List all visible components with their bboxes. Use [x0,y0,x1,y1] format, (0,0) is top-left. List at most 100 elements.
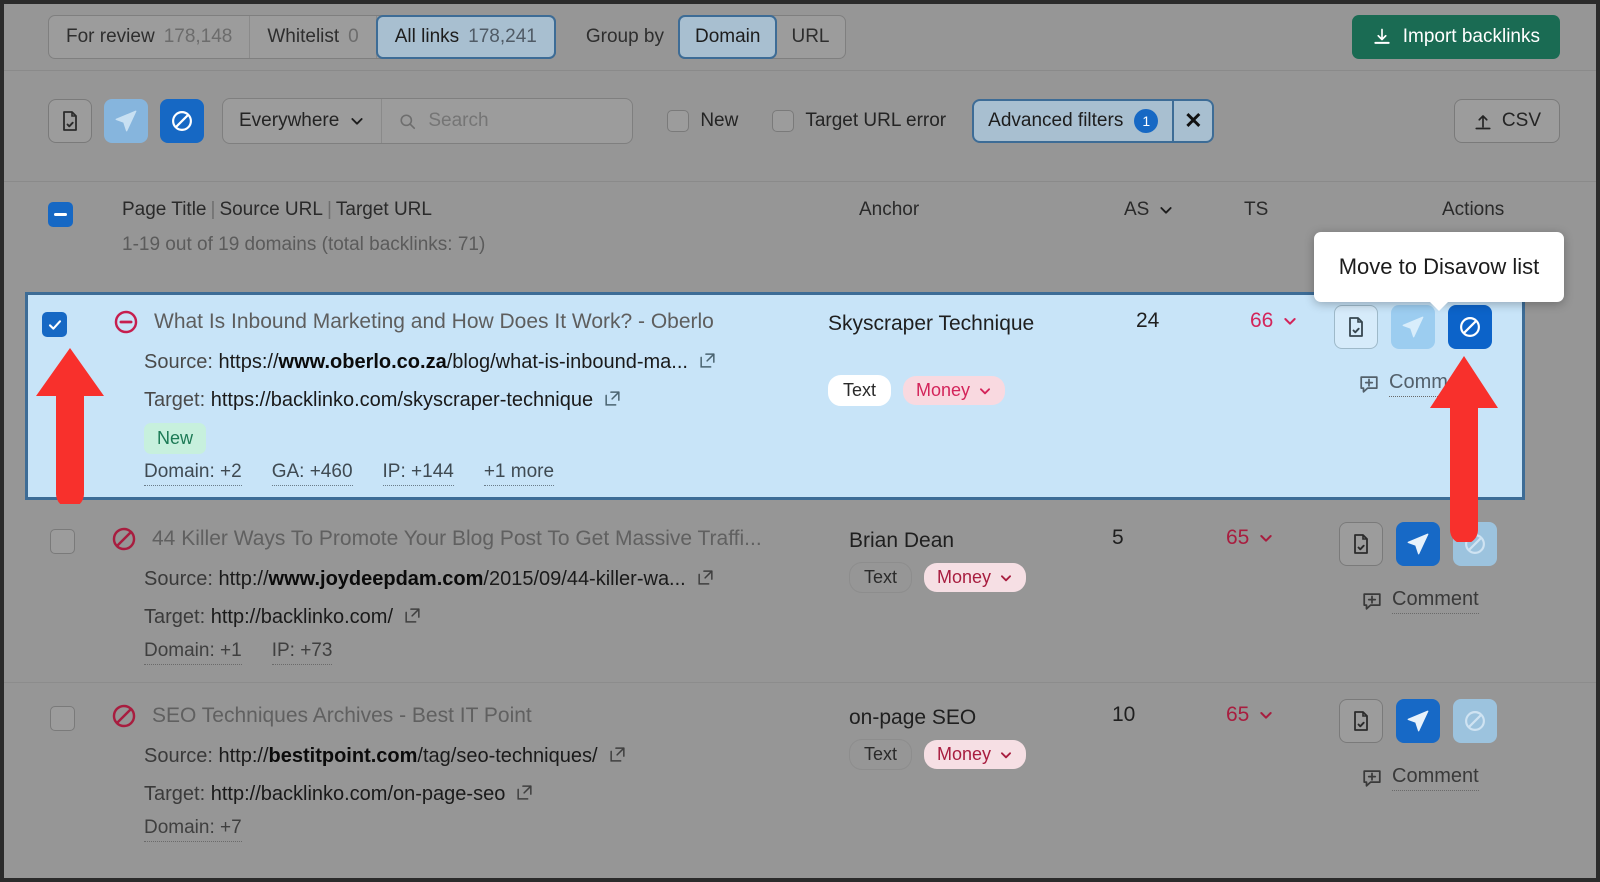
row-comment-label: Comment [1392,765,1479,791]
row-checkbox[interactable] [42,312,67,337]
table-row[interactable]: 44 Killer Ways To Promote Your Blog Post… [4,506,1596,683]
column-header-as[interactable]: AS [1124,199,1174,221]
advanced-filters-button[interactable]: Advanced filters 1 [974,101,1172,141]
chevron-down-icon [1001,751,1012,758]
source-domain: www.joydeepdam.com [268,568,484,590]
row-ts-value[interactable]: 65 [1226,526,1274,550]
indeterminate-dash-icon [54,213,67,216]
column-source-url-label: Source URL [219,199,323,220]
select-all-checkbox[interactable] [48,202,73,227]
scope-select[interactable]: Everywhere [223,99,383,143]
comment-plus-icon [1360,376,1378,393]
tag-text[interactable]: Text [849,739,913,770]
metric-ip[interactable]: IP: +144 [382,461,454,486]
row-report-check-button[interactable] [1339,699,1383,743]
bulk-disavow-button[interactable] [160,99,204,143]
row-checkbox[interactable] [50,706,75,731]
chevron-down-icon [1001,574,1012,581]
column-header-actions: Actions [1442,199,1505,220]
disavow-icon [1465,711,1485,731]
open-target-link-icon[interactable] [515,783,534,808]
row-as-value: 10 [1112,703,1136,726]
row-comment-label: Comment [1392,588,1479,614]
target-prefix: http:// [210,783,261,805]
open-target-link-icon[interactable] [403,606,422,631]
search-input[interactable]: Search [382,99,632,143]
target-path: backlinko.com/ [260,606,394,628]
chevron-down-icon [980,387,991,394]
disavow-circle-icon [112,527,136,551]
group-by-url-label: URL [791,26,830,47]
target-label: Target: [144,783,206,805]
open-source-link-icon[interactable] [696,568,715,593]
source-domain: bestitpoint.com [268,745,418,767]
source-prefix: https:// [218,351,279,373]
row-comment-button[interactable]: Comment [1361,588,1479,614]
open-target-link-icon[interactable] [603,389,622,414]
metric-domain[interactable]: Domain: +1 [144,640,242,665]
filter-checkbox-new[interactable]: New [667,110,738,132]
row-as-value: 5 [1112,526,1124,549]
source-prefix: http:// [218,568,269,590]
tab-whitelist[interactable]: Whitelist 0 [250,16,377,58]
open-source-link-icon[interactable] [608,745,627,770]
row-comment-button[interactable]: Comment [1361,765,1479,791]
row-checkbox[interactable] [50,529,75,554]
chevron-down-icon [351,118,363,125]
tag-money[interactable]: Money [924,563,1027,592]
metric-more[interactable]: +1 more [483,461,555,486]
import-backlinks-button[interactable]: Import backlinks [1351,15,1560,59]
advanced-filters-clear-button[interactable]: ✕ [1172,101,1212,141]
checkbox-arrow [36,348,104,504]
metric-domain[interactable]: Domain: +7 [144,817,242,842]
metric-ga[interactable]: GA: +460 [271,461,353,486]
group-by-url[interactable]: URL [776,16,844,58]
advanced-filters: Advanced filters 1 ✕ [972,99,1215,143]
row-metrics: Domain: +7 [144,817,242,842]
group-by-tabs: Domain URL [678,15,846,59]
tab-all-links-label: All links [394,26,460,47]
comment-plus-icon [1363,593,1381,610]
tag-money[interactable]: Money [903,376,1006,405]
report-check-icon [63,111,77,131]
metric-domain[interactable]: Domain: +2 [144,461,242,486]
group-by-domain[interactable]: Domain [678,15,778,59]
row-tags: Text Money [828,375,1006,406]
row-ts-value[interactable]: 66 [1250,309,1298,333]
disavow-icon [172,111,192,131]
bulk-send-button[interactable] [104,99,148,143]
filter-checkbox-target-url-error[interactable]: Target URL error [772,110,946,132]
table-row[interactable]: SEO Techniques Archives - Best IT Point … [4,683,1596,878]
report-check-icon [1354,711,1368,731]
row-title-line: What Is Inbound Marketing and How Does I… [112,308,714,336]
search-placeholder: Search [428,110,489,131]
open-source-link-icon[interactable] [698,351,717,376]
row-disavow-button[interactable] [1453,699,1497,743]
row-title: 44 Killer Ways To Promote Your Blog Post… [152,527,762,550]
bulk-report-check-button[interactable] [48,99,92,143]
tab-for-review-label: For review [66,26,155,47]
target-prefix: https:// [210,389,271,411]
row-ts-number: 65 [1226,703,1250,726]
metric-ip[interactable]: IP: +73 [271,640,333,665]
csv-export-button[interactable]: CSV [1453,99,1560,143]
row-send-button[interactable] [1396,699,1440,743]
row-disavow-button[interactable] [1448,305,1492,349]
row-as-value: 24 [1136,309,1160,332]
table-row[interactable]: What Is Inbound Marketing and How Does I… [25,292,1525,500]
column-header-page-title: Page Title | Source URL | Target URL [122,199,432,220]
tag-text[interactable]: Text [849,562,913,593]
row-send-button[interactable] [1391,305,1435,349]
import-backlinks-label: Import backlinks [1402,26,1540,47]
row-ts-value[interactable]: 65 [1226,703,1274,727]
tag-money[interactable]: Money [924,740,1027,769]
row-report-check-button[interactable] [1339,522,1383,566]
tag-text[interactable]: Text [828,375,892,406]
row-tags: Text Money [849,739,1027,770]
row-report-check-button[interactable] [1334,305,1378,349]
target-path: backlinko.com/skyscraper-technique [270,389,594,411]
tab-all-links[interactable]: All links 178,241 [375,15,556,59]
disavow-circle-icon [112,704,136,728]
tab-for-review[interactable]: For review 178,148 [49,16,251,58]
tag-money-label: Money [937,744,992,764]
